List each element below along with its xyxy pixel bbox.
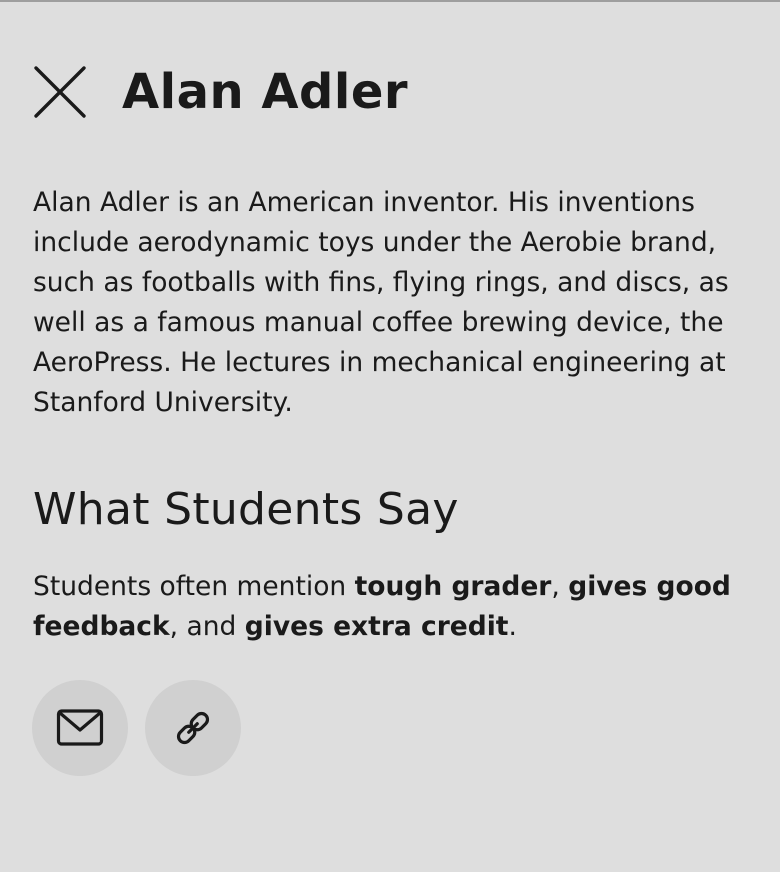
bio-text: Alan Adler is an American inventor. His …: [33, 187, 729, 418]
top-divider: [0, 0, 780, 2]
review-tag: tough grader: [354, 571, 552, 602]
separator: ,: [551, 571, 569, 602]
close-button[interactable]: [33, 64, 89, 120]
separator: , and: [169, 611, 245, 642]
section-title: What Students Say: [33, 484, 459, 535]
email-button[interactable]: [32, 680, 128, 776]
page-title: Alan Adler: [122, 64, 409, 120]
students-say-suffix: .: [508, 611, 517, 642]
action-buttons: [32, 680, 241, 776]
mail-icon: [56, 709, 104, 746]
profile-header: Alan Adler: [33, 62, 408, 122]
link-icon: [176, 711, 210, 745]
review-tag: gives extra credit: [244, 611, 509, 642]
students-say-text: Students often mention tough grader, giv…: [33, 567, 753, 647]
close-icon: [34, 66, 86, 118]
students-say-prefix: Students often mention: [33, 571, 355, 602]
link-button[interactable]: [145, 680, 241, 776]
